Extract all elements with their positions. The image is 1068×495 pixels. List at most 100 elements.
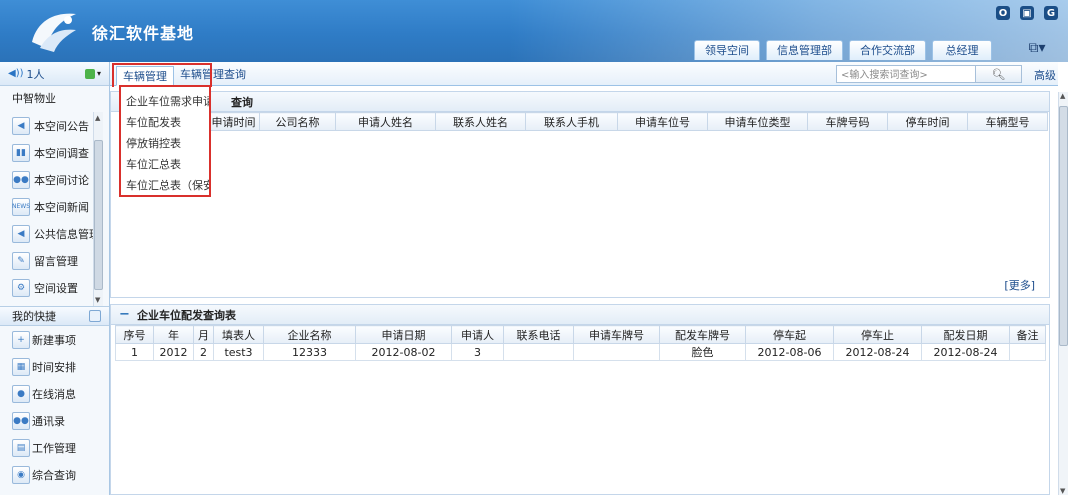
sidebar-item-label: 本空间调查 <box>34 146 89 160</box>
query-icon: ◉ <box>12 465 30 484</box>
top-nav: 领导空间 信息管理部 合作交流部 总经理 <box>694 40 992 60</box>
column-header[interactable]: 配发日期 <box>921 325 1010 344</box>
quick-item-label: 综合查询 <box>32 468 76 482</box>
column-header[interactable]: 停车止 <box>833 325 922 344</box>
column-header[interactable]: 停车时间 <box>887 112 968 131</box>
quick-item-schedule[interactable]: ▦ 时间安排 <box>0 353 109 380</box>
column-header[interactable]: 月 <box>193 325 214 344</box>
advanced-search-link[interactable]: 高级 <box>1034 67 1056 83</box>
sidebar-item-label: 空间设置 <box>34 281 78 295</box>
column-header[interactable]: 联系电话 <box>503 325 574 344</box>
column-header[interactable]: 联系人手机 <box>525 112 618 131</box>
menu-item-parking-allocation[interactable]: 车位配发表 <box>121 112 209 133</box>
top-tab-leader-space[interactable]: 领导空间 <box>694 40 760 60</box>
main-content: 车辆管理 车辆管理查询 <输入搜索词查询> 🔍︎ 高级 查询 申请时间 公司名称… <box>110 62 1058 495</box>
sidebar-scrollbar[interactable]: ▲ ▼ <box>93 112 103 306</box>
status-dropdown[interactable]: ▾ <box>84 68 101 79</box>
menu-item-parking-summary-security[interactable]: 车位汇总表（保安. <box>121 175 209 196</box>
table-cell: 2 <box>193 343 214 361</box>
quick-links-settings-icon[interactable] <box>89 310 101 322</box>
table-cell: 3 <box>451 343 504 361</box>
panel-title: 查询 <box>111 92 1049 112</box>
sidebar-section-title: 中智物业 <box>12 92 56 105</box>
sidebar-item-label: 本空间讨论 <box>34 173 89 187</box>
column-header[interactable]: 车牌号码 <box>807 112 888 131</box>
top-tab-cooperation-dept[interactable]: 合作交流部 <box>849 40 926 60</box>
column-header[interactable]: 申请日期 <box>355 325 452 344</box>
column-header[interactable]: 年 <box>153 325 194 344</box>
top-tab-general-manager[interactable]: 总经理 <box>932 40 992 60</box>
scroll-up-icon[interactable]: ▲ <box>95 114 100 122</box>
page-scrollbar[interactable]: ▲ ▼ <box>1058 92 1068 495</box>
top-tab-info-dept[interactable]: 信息管理部 <box>766 40 843 60</box>
search-input[interactable]: <输入搜索词查询> <box>836 65 976 83</box>
column-header[interactable]: 申请车牌号 <box>573 325 660 344</box>
column-header[interactable]: 申请车位号 <box>617 112 708 131</box>
more-link[interactable]: [更多] <box>1004 277 1035 293</box>
quick-item-query[interactable]: ◉ 综合查询 <box>0 461 109 488</box>
panel-title-text: 企业车位配发查询表 <box>137 308 236 322</box>
logout-icon[interactable]: G <box>1044 6 1058 20</box>
tab-vehicle-query[interactable]: 车辆管理查询 <box>174 65 252 85</box>
column-header[interactable]: 联系人姓名 <box>435 112 526 131</box>
quick-item-new[interactable]: + 新建事项 <box>0 326 109 353</box>
brand-title: 徐汇软件基地 <box>92 24 195 43</box>
sidebar-list: ◀ 本空间公告 ▮▮ 本空间调查 ●● 本空间讨论 NEWS 本空间新闻 ◀ 公… <box>0 112 109 306</box>
contacts-icon: ●● <box>12 411 30 430</box>
table-header-row: 申请时间 公司名称 申请人姓名 联系人姓名 联系人手机 申请车位号 申请车位类型… <box>207 112 1048 131</box>
page-scroll-thumb[interactable] <box>1059 106 1068 346</box>
table-cell: 2012-08-06 <box>745 343 834 361</box>
column-header[interactable]: 企业名称 <box>263 325 356 344</box>
discussion-icon: ●● <box>12 170 30 189</box>
column-header[interactable]: 申请时间 <box>207 112 260 131</box>
column-header[interactable]: 申请人姓名 <box>335 112 436 131</box>
online-message-icon: ● <box>12 384 30 403</box>
quick-item-contacts[interactable]: ●● 通讯录 <box>0 407 109 434</box>
app-header: 徐汇软件基地 O ▣ G 领导空间 信息管理部 合作交流部 总经理 ⧉▾ <box>0 0 1068 62</box>
quick-links-title: 我的快捷 <box>12 310 56 323</box>
scroll-up-icon[interactable]: ▲ <box>1060 92 1065 100</box>
column-header[interactable]: 申请车位类型 <box>707 112 808 131</box>
scroll-down-icon[interactable]: ▼ <box>95 296 100 304</box>
column-header[interactable]: 填表人 <box>213 325 264 344</box>
window-controls: O ▣ G <box>996 6 1058 20</box>
table-cell <box>573 343 660 361</box>
column-header[interactable]: 序号 <box>115 325 154 344</box>
column-header[interactable]: 申请人 <box>451 325 504 344</box>
new-item-icon: + <box>12 330 30 349</box>
sidebar-toolbar: ◀)) 1人 ▾ <box>0 62 109 86</box>
column-header[interactable]: 公司名称 <box>259 112 336 131</box>
work-icon: ▤ <box>12 438 30 457</box>
speaker-icon: ◀)) <box>8 68 24 79</box>
online-user-count: 1人 <box>26 67 45 81</box>
menu-item-parking-control[interactable]: 停放销控表 <box>121 133 209 154</box>
quick-item-online-message[interactable]: ● 在线消息 <box>0 380 109 407</box>
menu-item-parking-request[interactable]: 企业车位需求申请. <box>121 91 209 112</box>
collapse-icon[interactable]: − <box>119 307 130 322</box>
sidebar-scroll-thumb[interactable] <box>94 140 103 290</box>
column-header[interactable]: 车辆型号 <box>967 112 1048 131</box>
scroll-down-icon[interactable]: ▼ <box>1060 487 1065 495</box>
search-button[interactable]: 🔍︎ <box>976 65 1022 83</box>
vehicle-management-menu: 企业车位需求申请. 车位配发表 停放销控表 车位汇总表 车位汇总表（保安. <box>119 85 211 197</box>
quick-item-label: 在线消息 <box>32 387 76 401</box>
quick-item-work[interactable]: ▤ 工作管理 <box>0 434 109 461</box>
table-cell <box>503 343 574 361</box>
tab-vehicle-management[interactable]: 车辆管理 <box>116 66 174 86</box>
column-header[interactable]: 配发车牌号 <box>659 325 746 344</box>
column-header[interactable]: 停车起 <box>745 325 834 344</box>
table-cell: 2012-08-24 <box>921 343 1010 361</box>
quick-item-label: 新建事项 <box>32 333 76 347</box>
column-header[interactable]: 备注 <box>1009 325 1046 344</box>
layout-switch-icon[interactable]: ⧉▾ <box>1024 38 1050 58</box>
sidebar: ◀)) 1人 ▾ 中智物业 ◀ 本空间公告 ▮▮ 本空间调查 ●● 本空间讨论 … <box>0 62 110 495</box>
calendar-icon: ▦ <box>12 357 30 376</box>
menu-item-parking-summary[interactable]: 车位汇总表 <box>121 154 209 175</box>
table-row[interactable]: 1 2012 2 test3 12333 2012-08-02 3 脸色 201… <box>115 343 1046 361</box>
table-cell: 2012-08-02 <box>355 343 452 361</box>
mail-icon[interactable]: ▣ <box>1020 6 1034 20</box>
refresh-icon[interactable]: O <box>996 6 1010 20</box>
online-users[interactable]: ◀)) 1人 <box>8 66 45 82</box>
search-icon: 🔍︎ <box>991 67 1006 81</box>
news-icon: NEWS <box>12 197 30 216</box>
